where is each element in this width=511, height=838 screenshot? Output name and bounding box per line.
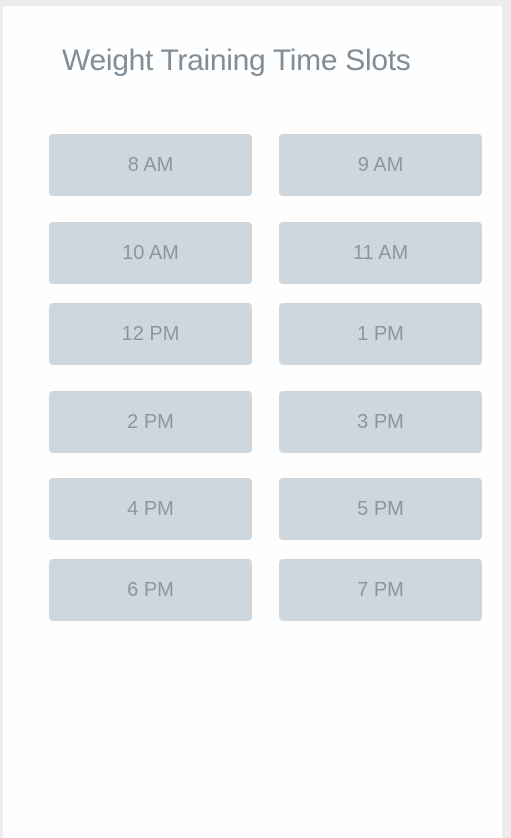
time-slot-button[interactable]: 11 AM <box>279 222 482 284</box>
time-slot-button[interactable]: 12 PM <box>49 303 252 365</box>
time-slots-card: Weight Training Time Slots 8 AM 9 AM 10 … <box>3 6 502 838</box>
time-slot-button[interactable]: 7 PM <box>279 559 482 621</box>
time-slot-button[interactable]: 5 PM <box>279 478 482 540</box>
time-slot-button[interactable]: 1 PM <box>279 303 482 365</box>
time-slot-button[interactable]: 9 AM <box>279 134 482 196</box>
time-slot-button[interactable]: 10 AM <box>49 222 252 284</box>
page-title: Weight Training Time Slots <box>62 44 411 77</box>
time-slot-button[interactable]: 8 AM <box>49 134 252 196</box>
time-slot-button[interactable]: 3 PM <box>279 391 482 453</box>
time-slot-button[interactable]: 2 PM <box>49 391 252 453</box>
time-slot-button[interactable]: 6 PM <box>49 559 252 621</box>
time-slot-button[interactable]: 4 PM <box>49 478 252 540</box>
